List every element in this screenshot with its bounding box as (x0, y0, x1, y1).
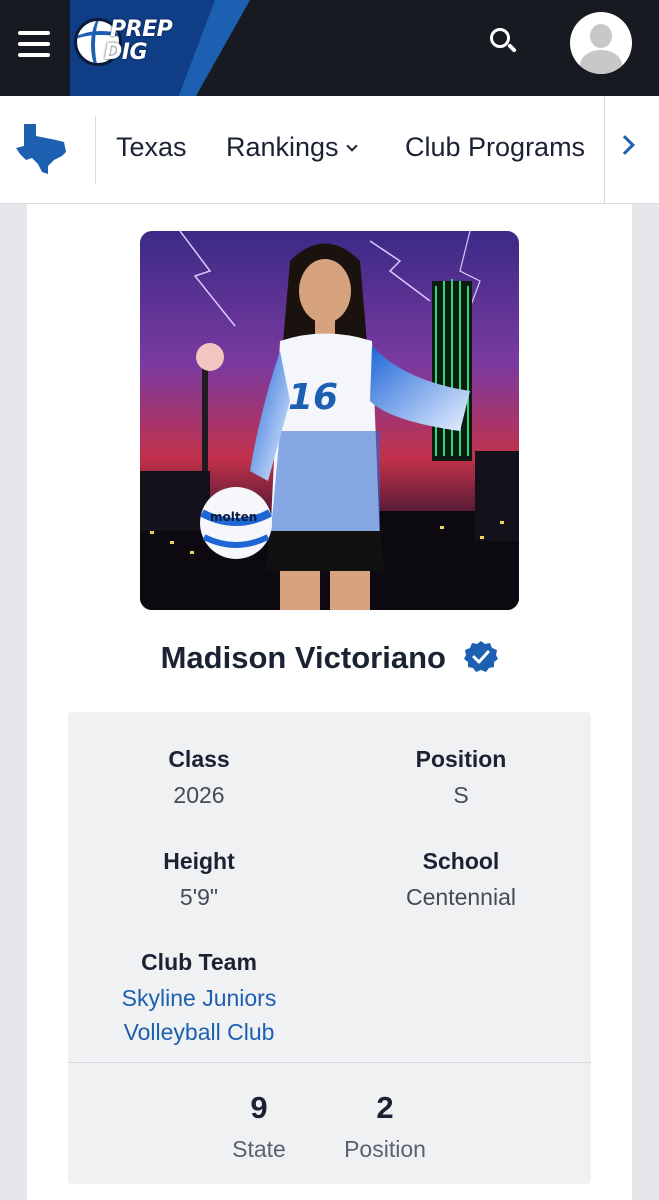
class-value: 2026 (173, 782, 225, 808)
height-value: 5'9" (179, 884, 219, 910)
logo-text-line1: PREP (110, 17, 173, 42)
top-header: PREP DIG (0, 0, 659, 96)
verified-badge-icon (464, 641, 499, 672)
position-cell: Position S (330, 744, 592, 812)
subnav-divider (95, 116, 96, 184)
subnav-item-texas[interactable]: Texas (116, 132, 187, 163)
club-team-link-line2[interactable]: Volleyball Club (68, 1015, 330, 1049)
user-avatar-icon[interactable] (570, 12, 632, 74)
school-cell: School Centennial (330, 846, 592, 914)
subnav-divider-right (604, 96, 605, 204)
logo-text-line2: DIG (104, 40, 148, 65)
hamburger-menu-icon[interactable] (18, 31, 50, 57)
height-label: Height (163, 848, 235, 874)
class-cell: Class 2026 (68, 744, 330, 812)
position-rank: 2 Position (325, 1090, 445, 1164)
club-team-link-line1[interactable]: Skyline Juniors (68, 981, 330, 1015)
subnav-item-rankings[interactable]: Rankings (226, 132, 339, 163)
school-value: Centennial (406, 884, 516, 910)
club-team-cell: Club Team Skyline Juniors Volleyball Clu… (68, 947, 330, 1049)
position-rank-value: 2 (376, 1090, 394, 1125)
player-name: Madison Victoriano (160, 640, 446, 675)
ball-brand-text: molten (210, 510, 257, 524)
position-label: Position (415, 746, 507, 772)
state-rank-value: 9 (250, 1090, 268, 1125)
subnav-item-club-programs[interactable]: Club Programs (405, 132, 585, 163)
club-team-link[interactable]: Skyline Juniors Volleyball Club (68, 981, 330, 1049)
class-label: Class (168, 746, 230, 772)
texas-state-icon[interactable] (14, 120, 70, 176)
chevron-down-icon[interactable] (346, 140, 358, 152)
sub-navigation: Texas Rankings Club Programs (0, 96, 659, 204)
player-photo: 16 molten (140, 231, 519, 610)
state-rank-label: State (232, 1136, 286, 1162)
player-info-panel: Class 2026 Position S Height 5'9" School… (68, 712, 591, 1184)
position-value: S (453, 782, 469, 808)
school-label: School (422, 848, 500, 874)
height-cell: Height 5'9" (68, 846, 330, 914)
position-rank-label: Position (344, 1136, 426, 1162)
search-icon[interactable] (486, 24, 522, 60)
jersey-number: 16 (288, 377, 338, 418)
state-rank: 9 State (199, 1090, 319, 1164)
prep-dig-logo[interactable]: PREP DIG (74, 14, 184, 72)
player-name-row: Madison Victoriano (0, 640, 659, 684)
info-divider (68, 1062, 591, 1063)
club-team-label: Club Team (141, 949, 257, 975)
